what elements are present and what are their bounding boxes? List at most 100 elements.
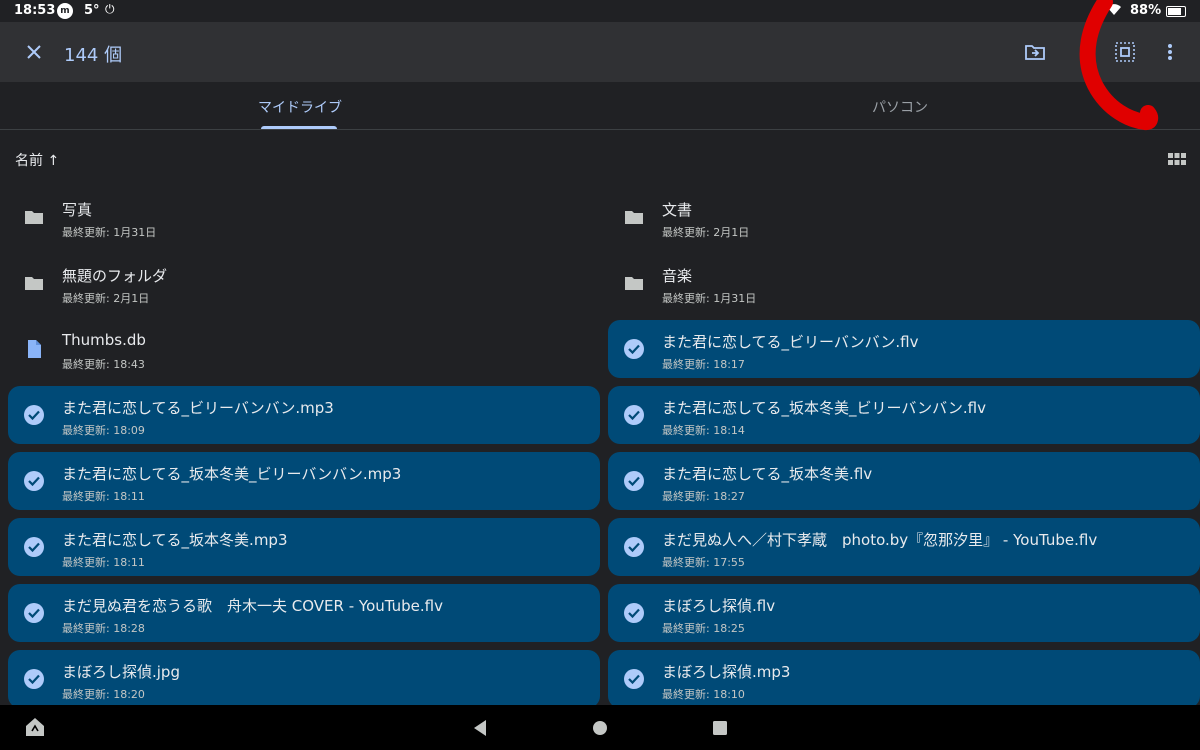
select-all-button[interactable] <box>1113 40 1137 64</box>
item-name: また君に恋してる_ビリーバンバン.flv <box>662 333 919 351</box>
share-button[interactable] <box>1074 40 1098 64</box>
check-circle-icon <box>24 537 44 557</box>
tab-computers-label: パソコン <box>872 100 928 116</box>
home-circle-icon <box>593 721 607 735</box>
item-modified: 最終更新: 18:17 <box>662 358 745 371</box>
list-item[interactable]: まだ見ぬ君を恋うる歌 舟木一夫 COVER - YouTube.flv 最終更新… <box>8 584 600 642</box>
check-circle-icon <box>24 405 44 425</box>
home-drive-icon <box>26 718 44 736</box>
drive-home-button[interactable] <box>24 716 46 742</box>
list-item[interactable]: まぼろし探偵.flv 最終更新: 18:25 <box>608 584 1200 642</box>
check-circle-icon <box>624 339 644 359</box>
back-triangle-icon <box>474 720 486 736</box>
item-name: まぼろし探偵.flv <box>662 597 776 615</box>
recents-button[interactable] <box>712 720 728 740</box>
list-item[interactable]: また君に恋してる_坂本冬美.flv 最終更新: 18:27 <box>608 452 1200 510</box>
close-selection-button[interactable] <box>22 40 46 64</box>
item-modified: 最終更新: 2月1日 <box>662 226 750 239</box>
tab-my-drive[interactable]: マイドライブ <box>0 82 600 129</box>
item-modified: 最終更新: 18:28 <box>62 622 145 635</box>
item-name: まぼろし探偵.jpg <box>62 663 180 681</box>
folder-icon <box>25 277 43 290</box>
item-name: まだ見ぬ人へ／村下孝蔵 photo.by『忽那汐里』 - YouTube.flv <box>662 531 1098 549</box>
item-name: 文書 <box>662 201 693 219</box>
selection-app-bar: 144 個 <box>0 22 1200 82</box>
app-notification-icon: m <box>57 3 73 19</box>
more-vert-icon <box>1168 44 1172 60</box>
battery-icon <box>1166 6 1186 17</box>
list-item[interactable]: 音楽 最終更新: 1月31日 <box>608 254 1200 312</box>
item-name: また君に恋してる_坂本冬美_ビリーバンバン.flv <box>662 399 986 417</box>
close-icon <box>27 45 41 59</box>
check-circle-icon <box>624 603 644 623</box>
check-circle-icon <box>624 471 644 491</box>
check-circle-icon <box>24 669 44 689</box>
item-name: 音楽 <box>662 267 693 285</box>
system-nav-bar <box>0 705 1200 750</box>
item-name: 無題のフォルダ <box>62 267 168 285</box>
list-item[interactable]: また君に恋してる_ビリーバンバン.flv 最終更新: 18:17 <box>608 320 1200 378</box>
check-circle-icon <box>24 603 44 623</box>
item-name: また君に恋してる_坂本冬美_ビリーバンバン.mp3 <box>62 465 402 483</box>
item-name: また君に恋してる_坂本冬美.mp3 <box>62 531 288 549</box>
drive-tabs: マイドライブ パソコン <box>0 82 1200 130</box>
list-item[interactable]: 写真 最終更新: 1月31日 <box>8 188 600 246</box>
tab-computers[interactable]: パソコン <box>600 82 1200 129</box>
folder-icon <box>625 277 643 290</box>
check-circle-icon <box>624 405 644 425</box>
item-modified: 最終更新: 18:11 <box>62 556 145 569</box>
folder-icon <box>625 211 643 224</box>
item-name: まだ見ぬ君を恋うる歌 舟木一夫 COVER - YouTube.flv <box>62 597 443 615</box>
folder-icon <box>25 211 43 224</box>
list-item[interactable]: また君に恋してる_ビリーバンバン.mp3 最終更新: 18:09 <box>8 386 600 444</box>
item-name: まぼろし探偵.mp3 <box>662 663 791 681</box>
power-icon: ⏻ <box>105 2 115 16</box>
item-name: また君に恋してる_坂本冬美.flv <box>662 465 873 483</box>
tab-my-drive-label: マイドライブ <box>258 100 342 116</box>
status-temperature: 5° <box>84 3 100 18</box>
more-options-button[interactable] <box>1158 40 1182 64</box>
wifi-icon <box>1106 2 1122 22</box>
item-modified: 最終更新: 1月31日 <box>62 226 157 239</box>
move-button[interactable] <box>1023 40 1047 64</box>
list-item[interactable]: 無題のフォルダ 最終更新: 2月1日 <box>8 254 600 312</box>
item-modified: 最終更新: 18:43 <box>62 358 145 371</box>
item-modified: 最終更新: 18:25 <box>662 622 745 635</box>
move-to-folder-icon <box>1025 45 1045 60</box>
list-item[interactable]: また君に恋してる_坂本冬美_ビリーバンバン.flv 最終更新: 18:14 <box>608 386 1200 444</box>
select-all-icon <box>1115 42 1135 62</box>
check-circle-icon <box>624 669 644 689</box>
item-modified: 最終更新: 18:20 <box>62 688 145 701</box>
back-button[interactable] <box>472 719 488 741</box>
grid-view-button[interactable] <box>1167 150 1187 170</box>
item-modified: 最終更新: 18:14 <box>662 424 745 437</box>
status-time: 18:53 <box>14 3 56 18</box>
battery-percent: 88% <box>1130 3 1162 18</box>
share-icon <box>1082 48 1090 56</box>
list-item[interactable]: また君に恋してる_坂本冬美_ビリーバンバン.mp3 最終更新: 18:11 <box>8 452 600 510</box>
item-name: 写真 <box>62 201 93 219</box>
selected-count: 144 個 <box>64 45 123 66</box>
item-modified: 最終更新: 18:11 <box>62 490 145 503</box>
list-item[interactable]: まだ見ぬ人へ／村下孝蔵 photo.by『忽那汐里』 - YouTube.flv… <box>608 518 1200 576</box>
sort-bar: 名前 ↑ <box>0 130 1200 188</box>
item-modified: 最終更新: 18:27 <box>662 490 745 503</box>
list-item[interactable]: まぼろし探偵.jpg 最終更新: 18:20 <box>8 650 600 705</box>
list-item[interactable]: 文書 最終更新: 2月1日 <box>608 188 1200 246</box>
item-modified: 最終更新: 18:10 <box>662 688 745 701</box>
check-circle-icon <box>624 537 644 557</box>
item-modified: 最終更新: 2月1日 <box>62 292 150 305</box>
item-name: Thumbs.db <box>62 331 146 349</box>
status-bar: 18:53 m 5° ⏻ 88% <box>0 0 1200 22</box>
file-list: 写真 最終更新: 1月31日 文書 最終更新: 2月1日 無題のフォルダ 最終更… <box>0 188 1200 705</box>
item-modified: 最終更新: 1月31日 <box>662 292 757 305</box>
list-item[interactable]: Thumbs.db 最終更新: 18:43 <box>8 320 600 378</box>
list-item[interactable]: また君に恋してる_坂本冬美.mp3 最終更新: 18:11 <box>8 518 600 576</box>
tab-active-indicator <box>261 126 337 129</box>
list-item[interactable]: まぼろし探偵.mp3 最終更新: 18:10 <box>608 650 1200 705</box>
home-button[interactable] <box>592 720 608 740</box>
item-modified: 最終更新: 17:55 <box>662 556 745 569</box>
sort-by-name-button[interactable]: 名前 ↑ <box>15 150 59 170</box>
grid-view-icon <box>1168 153 1186 165</box>
check-circle-icon <box>24 471 44 491</box>
